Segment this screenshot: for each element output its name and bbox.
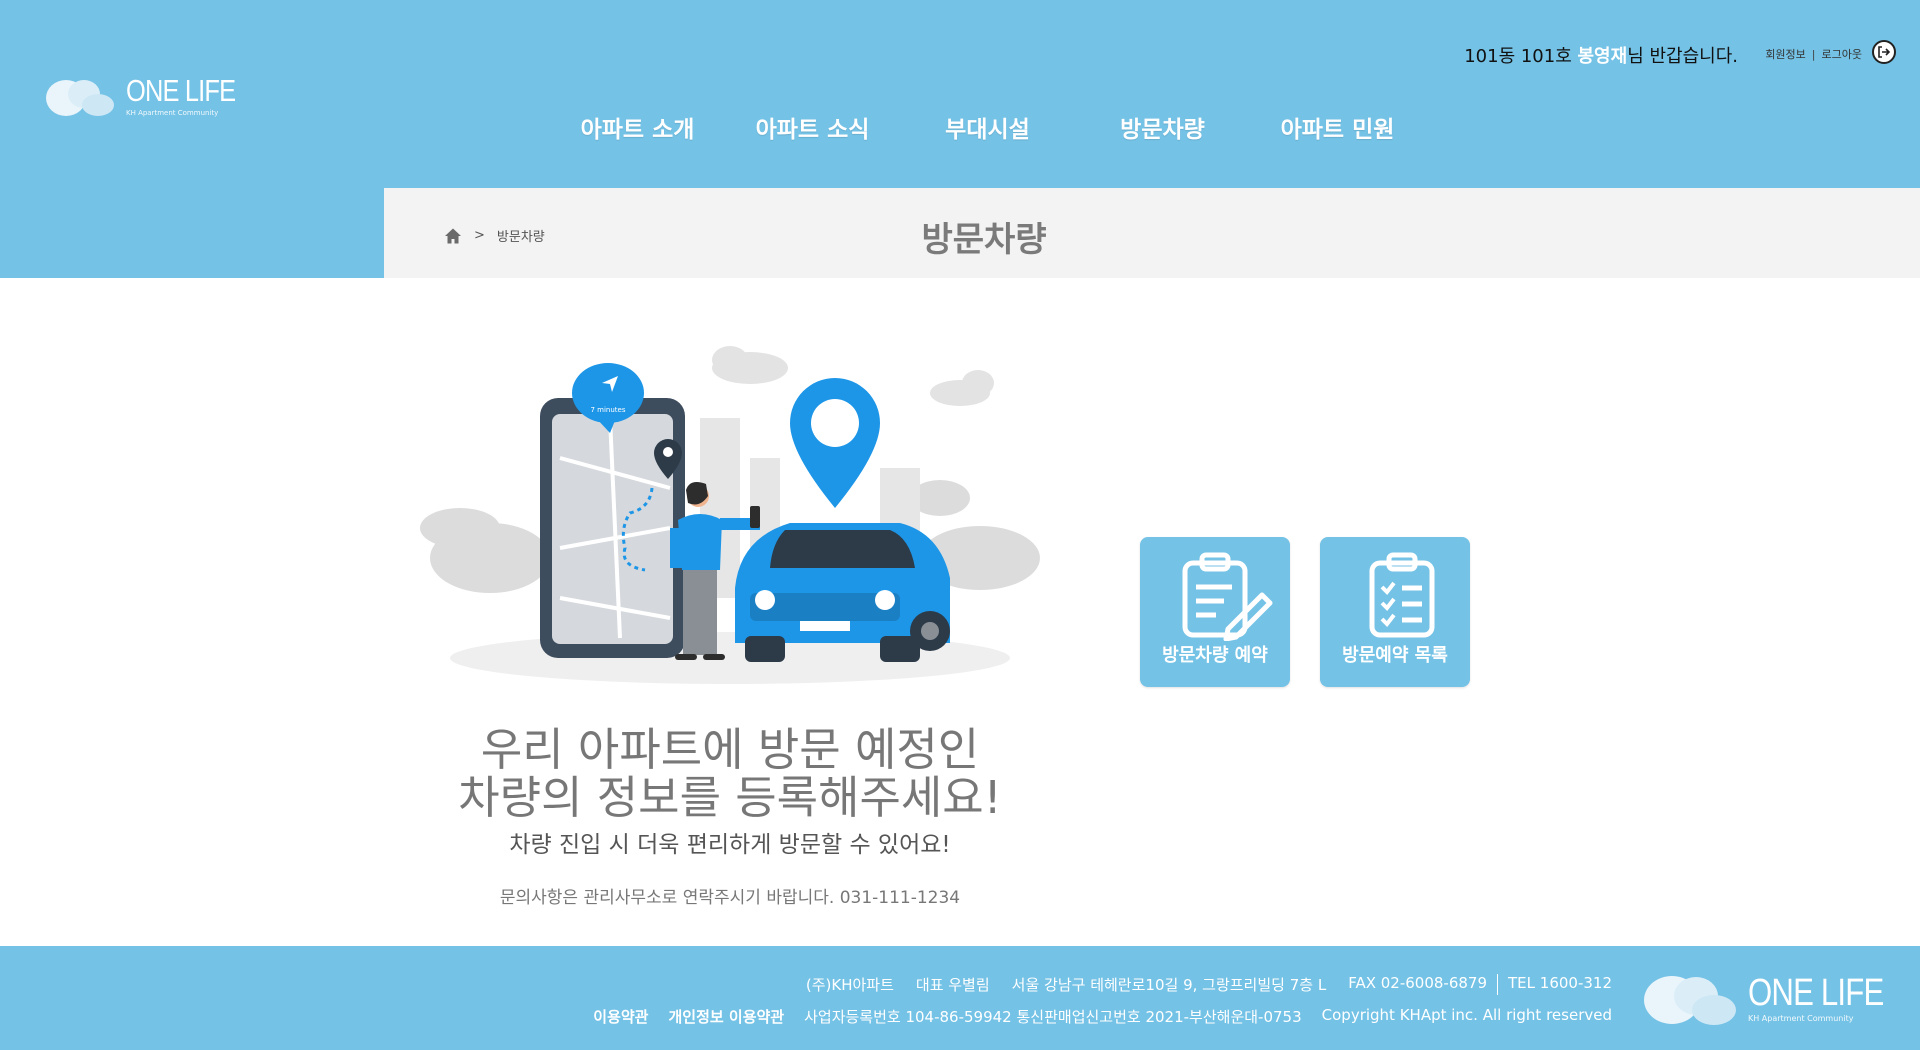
visitor-car-illustration: 7 minutes	[420, 346, 1040, 684]
page-title: 방문차량	[921, 220, 1047, 260]
footer-privacy-link[interactable]: 개인정보 이용약관	[668, 1006, 784, 1027]
footer-company: (주)KH아파트	[805, 976, 894, 994]
footer-tel: TEL 1600-312	[1497, 974, 1612, 995]
logout-link[interactable]: 로그아웃	[1822, 46, 1862, 62]
bubble-text: 7 minutes	[590, 406, 625, 414]
contact-info: 문의사항은 관리사무소로 연락주시기 바랍니다. 031-111-1234	[499, 888, 961, 908]
footer-address: 서울 강남구 테헤란로10길 9, 그랑프리빌딩 7층 L	[1011, 976, 1327, 994]
link-divider: |	[1811, 47, 1816, 61]
footer-brand-name: ONE LIFE	[1748, 972, 1884, 1014]
footer-company-info: (주)KH아파트 대표 우별림 서울 강남구 테헤란로10길 9, 그랑프리빌딩…	[806, 974, 1612, 995]
greeting-prefix: 101동 101호	[1464, 46, 1578, 67]
reservation-list-button[interactable]: 방문예약 목록	[1320, 537, 1470, 687]
cloud-logo-icon	[1644, 976, 1736, 1025]
clipboard-edit-icon	[1182, 552, 1273, 641]
footer-terms-link[interactable]: 이용약관	[593, 1006, 648, 1027]
footer-registration: 사업자등록번호 104-86-59942 통신판매업신고번호 2021-부산해운…	[804, 1008, 1302, 1026]
visitor-reservation-label: 방문차량 예약	[1162, 645, 1268, 666]
greeting-suffix: 님 반갑습니다.	[1627, 46, 1738, 67]
clipboard-checklist-icon	[1369, 552, 1435, 638]
greeting-user-name: 봉영재	[1577, 46, 1628, 67]
title-bar: > 방문차량 방문차량	[384, 188, 1920, 278]
footer: (주)KH아파트 대표 우별림 서울 강남구 테헤란로10길 9, 그랑프리빌딩…	[0, 946, 1920, 1050]
headline: 우리 아파트에 방문 예정인 차량의 정보를 등록해주세요!	[420, 726, 1040, 822]
footer-ceo: 대표 우별림	[915, 976, 990, 994]
brand-logo[interactable]: ONE LIFE KH Apartment Community	[44, 72, 259, 120]
user-greeting: 101동 101호 봉영재님 반갑습니다.	[1464, 42, 1738, 68]
logout-icon[interactable]	[1872, 40, 1896, 64]
nav-item-facilities[interactable]: 부대시설	[900, 110, 1075, 144]
visitor-reservation-button[interactable]: 방문차량 예약	[1140, 537, 1290, 687]
nav-item-visitor-vehicle[interactable]: 방문차량	[1075, 110, 1250, 144]
main-nav: 아파트 소개 아파트 소식 부대시설 방문차량 아파트 민원	[550, 110, 1425, 144]
reservation-list-label: 방문예약 목록	[1342, 645, 1448, 666]
nav-item-apartment-news[interactable]: 아파트 소식	[725, 110, 900, 144]
footer-logo[interactable]: ONE LIFE KH Apartment Community	[1642, 970, 1913, 1028]
nav-item-complaints[interactable]: 아파트 민원	[1250, 110, 1425, 144]
headline-line-2: 차량의 정보를 등록해주세요!	[458, 771, 1002, 824]
user-links: 회원정보 | 로그아웃	[1765, 46, 1862, 62]
footer-fax: FAX 02-6008-6879	[1348, 974, 1488, 992]
footer-copyright: Copyright KHApt inc. All right reserved	[1321, 1006, 1612, 1024]
brand-tagline: KH Apartment Community	[126, 108, 219, 117]
nav-item-apartment-intro[interactable]: 아파트 소개	[550, 110, 725, 144]
headline-line-1: 우리 아파트에 방문 예정인	[480, 723, 980, 776]
footer-brand-tagline: KH Apartment Community	[1748, 1014, 1854, 1023]
subheadline: 차량 진입 시 더욱 편리하게 방문할 수 있어요!	[509, 832, 951, 858]
brand-name: ONE LIFE	[126, 72, 236, 108]
cloud-logo-icon	[46, 80, 114, 116]
member-info-link[interactable]: 회원정보	[1765, 46, 1805, 62]
footer-legal: 이용약관 개인정보 이용약관 사업자등록번호 104-86-59942 통신판매…	[593, 1006, 1612, 1027]
